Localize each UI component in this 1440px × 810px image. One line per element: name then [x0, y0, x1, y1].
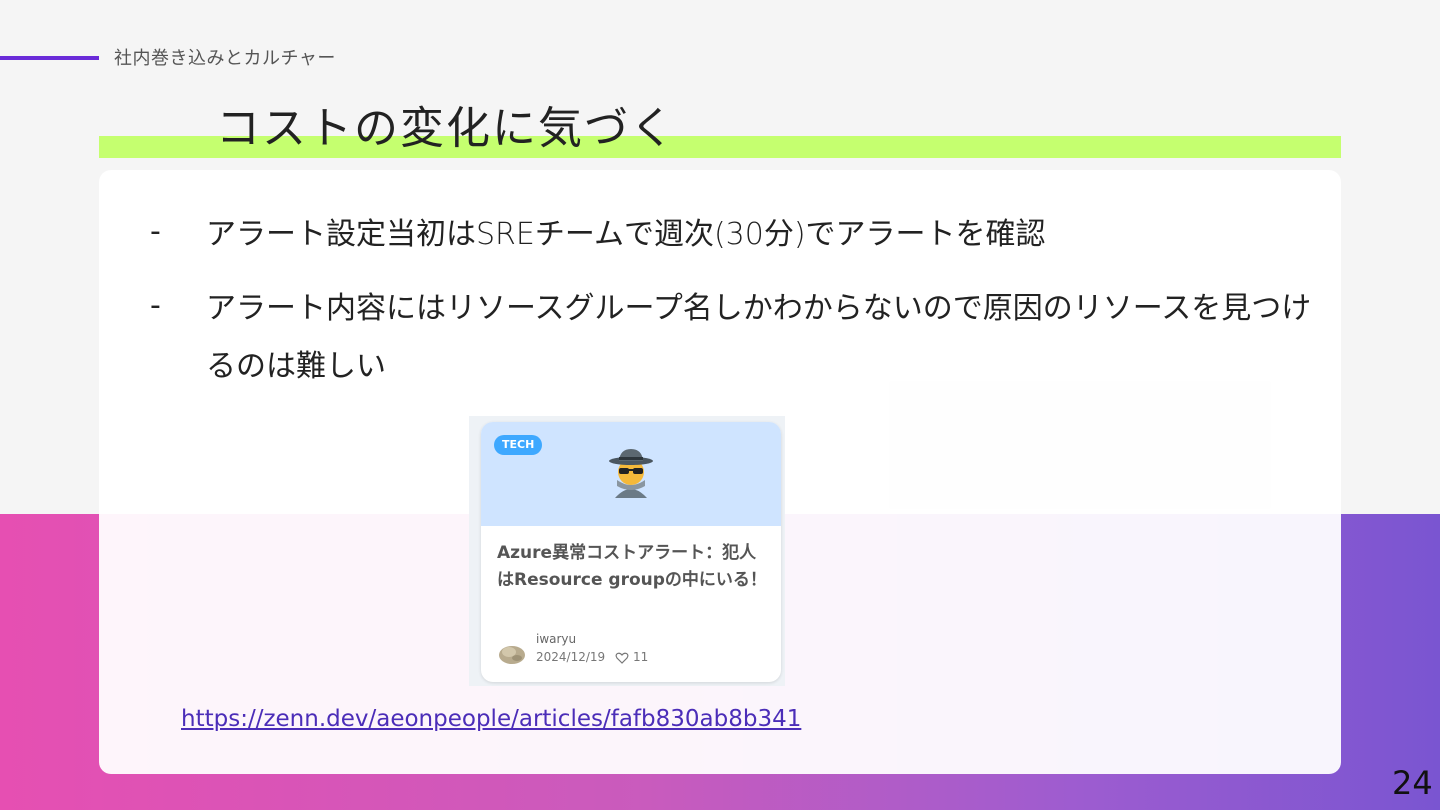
heart-icon: [615, 652, 629, 664]
article-card-body[interactable]: TECH Azure異常コストアラート：犯人はResource groupの中に…: [481, 422, 781, 682]
article-link-card[interactable]: TECH Azure異常コストアラート：犯人はResource groupの中に…: [469, 416, 785, 686]
bullet-text: アラート設定当初はSREチームで週次(30分)でアラートを確認: [206, 217, 1046, 252]
section-accent-line: [0, 56, 99, 60]
article-card-header: TECH: [481, 422, 781, 526]
tech-badge: TECH: [494, 435, 543, 455]
detective-icon: [609, 449, 653, 498]
article-title: Azure異常コストアラート：犯人はResource groupの中にいる！: [497, 543, 767, 590]
bullet-text: アラート内容にはリソースグループ名しかわからないので原因のリソースを見つけるのは…: [206, 291, 1312, 384]
bullet-marker: -: [150, 288, 161, 323]
article-url-link[interactable]: https://zenn.dev/aeonpeople/articles/faf…: [181, 706, 801, 732]
page-number: 24: [1392, 764, 1433, 802]
author-name: iwaryu: [536, 632, 577, 646]
bullet-marker: -: [150, 214, 161, 249]
section-label: 社内巻き込みとカルチャー: [114, 48, 336, 69]
slide-title: コストの変化に気づく: [216, 103, 676, 154]
post-date: 2024/12/19: [536, 650, 606, 664]
rock-avatar-icon: [499, 646, 525, 664]
like-count: 11: [633, 650, 649, 664]
